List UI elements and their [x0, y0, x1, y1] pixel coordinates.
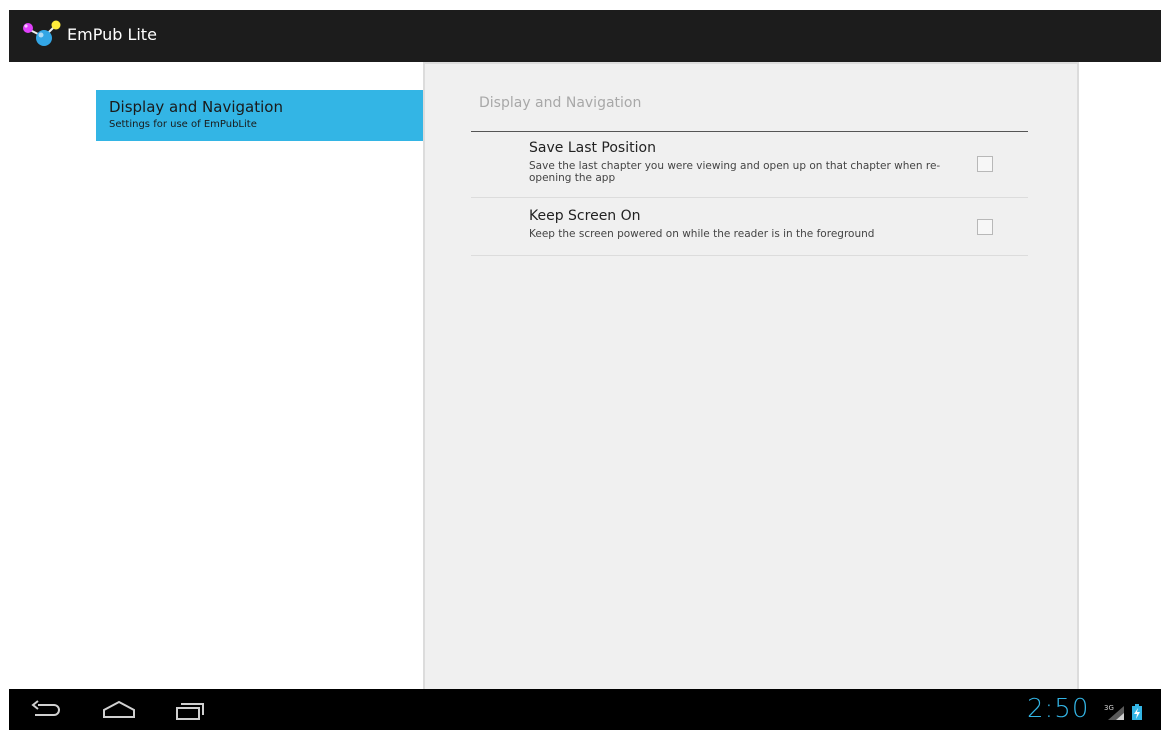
row-divider	[471, 255, 1028, 256]
app-logo-icon[interactable]	[20, 20, 62, 50]
status-clock[interactable]: 2:50	[1027, 694, 1089, 724]
header-item-title: Display and Navigation	[109, 98, 283, 116]
header-item-summary: Settings for use of EmPubLite	[109, 119, 257, 130]
status-icons[interactable]: 3G	[1104, 702, 1148, 722]
home-icon[interactable]	[101, 699, 137, 721]
action-bar: EmPub Lite	[9, 10, 1161, 62]
preference-keep-screen-on[interactable]: Keep Screen On Keep the screen powered o…	[471, 198, 1028, 255]
preferences-detail-pane: Display and Navigation Save Last Positio…	[423, 62, 1079, 691]
header-item-display-and-navigation[interactable]: Display and Navigation Settings for use …	[96, 90, 423, 141]
app-title: EmPub Lite	[67, 25, 157, 44]
screen: EmPub Lite Display and Navigation Settin…	[9, 10, 1161, 730]
keep-screen-on-checkbox[interactable]	[977, 219, 993, 235]
category-title: Display and Navigation	[479, 95, 642, 111]
preference-summary: Save the last chapter you were viewing a…	[529, 160, 941, 184]
headers-pane: Display and Navigation Settings for use …	[9, 62, 423, 689]
save-last-position-checkbox[interactable]	[977, 156, 993, 172]
preference-save-last-position[interactable]: Save Last Position Save the last chapter…	[471, 132, 1028, 197]
back-icon[interactable]	[29, 699, 63, 721]
network-type-label: 3G	[1104, 704, 1114, 712]
system-navigation-bar: 2:50 3G	[9, 689, 1161, 730]
recent-apps-icon[interactable]	[173, 699, 207, 721]
preference-title: Keep Screen On	[529, 208, 641, 224]
preference-summary: Keep the screen powered on while the rea…	[529, 228, 875, 240]
preference-title: Save Last Position	[529, 140, 656, 156]
